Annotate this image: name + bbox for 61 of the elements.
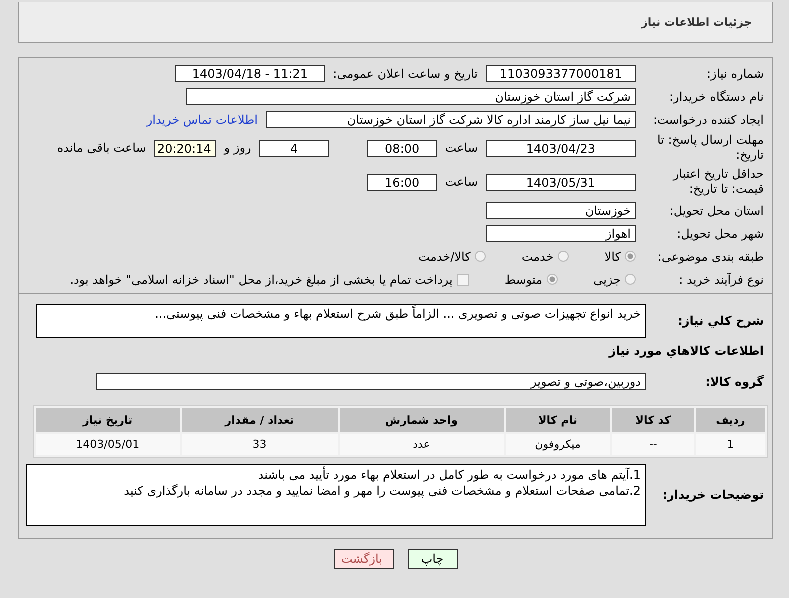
field-label: شماره نیاز: [706, 66, 764, 80]
column-header: نام کالا [506, 408, 610, 432]
field-label: نوع فرآیند خرید : [678, 272, 764, 286]
action-button[interactable]: بازگشت [334, 549, 394, 569]
need-number-field: 1103093377000181 [486, 65, 636, 82]
validity-date-field: 1403/05/31 [486, 174, 636, 190]
field-label: گروه کالا: [704, 374, 764, 388]
field-label: شهر محل تحویل: [676, 226, 764, 240]
radio-button[interactable] [625, 274, 636, 285]
column-header: تاریخ نیاز [36, 408, 180, 432]
table-cell: 1403/05/01 [36, 434, 180, 455]
column-header: تعداد / مقدار [182, 408, 338, 432]
announce-date-field: 1403/04/18 - 11:21 [175, 65, 326, 82]
field-label: نام دستگاه خریدار: [668, 90, 764, 104]
table-cell: 1 [696, 434, 765, 455]
buyer-name-field: شرکت گاز استان خوزستان [186, 88, 636, 105]
option-label: کالا [604, 250, 621, 264]
field-label: طبقه بندی موضوعی: [656, 250, 764, 264]
city-field: اهواز [486, 225, 636, 242]
province-field: خوزستان [486, 202, 636, 219]
option-label: خدمت [522, 250, 554, 264]
action-button[interactable]: چاپ [408, 549, 458, 569]
field-label: شرح کلي نياز: [677, 314, 764, 328]
column-header: رديف [696, 408, 765, 432]
creator-field: نیما نیل ساز کارمند اداره کالا شرکت گاز استان خوزستان [266, 111, 636, 128]
option-label: پرداخت تمام یا بخشی از مبلغ خرید،از محل "اسناد خزانه اسلامی" خواهد بود. [70, 272, 453, 286]
checkbox[interactable] [456, 274, 469, 286]
radio-button[interactable] [625, 251, 636, 262]
deadline-date-field: 1403/04/23 [486, 140, 636, 156]
option-label: کالا/خدمت [418, 250, 471, 264]
field-label: ساعت [445, 141, 478, 155]
table-cell: -- [612, 434, 694, 455]
field-label: مهلت ارسال پاسخ: تا تاریخ: [656, 133, 764, 163]
field-label: تاریخ و ساعت اعلان عمومی: [333, 66, 478, 80]
days-field: 4 [259, 140, 330, 156]
page-title: جزئیات اطلاعات نیاز [642, 16, 752, 28]
field-label: حداقل تاریخ اعتبار قیمت: تا تاریخ: [672, 167, 764, 197]
option-label: متوسط [504, 272, 543, 286]
field-label: استان محل تحویل: [668, 204, 764, 218]
column-header: کد کالا [612, 408, 694, 432]
radio-button[interactable] [546, 274, 558, 285]
field-label: توضیحات خریدار: [662, 488, 764, 502]
notes-textarea[interactable]: 1.آیتم های مورد درخواست به طور کامل در استعلام بهاء مورد تأیید می باشند 2.تمامی صفحات استعلام و مشخصات فنی پیوست را مهر و امضا نمایید و مجدد در سامانه بارگذاری کنید [26, 464, 646, 526]
remaining-time-field: 20:20:14 [154, 140, 216, 156]
validity-time-field: 16:00 [367, 174, 438, 190]
table-cell: 33 [182, 434, 338, 455]
option-label: جزیی [594, 272, 621, 286]
field-label: ایجاد کننده درخواست: [652, 112, 764, 126]
radio-button[interactable] [474, 251, 486, 262]
description-textarea[interactable]: خرید انواع تجهیزات صوتی و تصویری ... الزاماً طبق شرح استعلام بهاء و مشخصات فنی پیوستی... [36, 304, 646, 338]
deadline-time-field: 08:00 [367, 140, 438, 156]
buyer-contact-link[interactable]: اطلاعات تماس خریدار [146, 112, 258, 126]
radio-button[interactable] [558, 251, 569, 262]
column-header: واحد شمارش [340, 408, 504, 432]
field-label: روز و [224, 141, 252, 155]
section-title: اطلاعات کالاهاي مورد نياز [608, 344, 764, 358]
field-label: ساعت باقی مانده [57, 141, 146, 155]
field-label: ساعت [445, 175, 478, 189]
table-cell: میکروفون [506, 434, 610, 455]
goods-group-field: دوربین،صوتی و تصویر [96, 373, 646, 390]
table-cell: عدد [340, 434, 504, 455]
